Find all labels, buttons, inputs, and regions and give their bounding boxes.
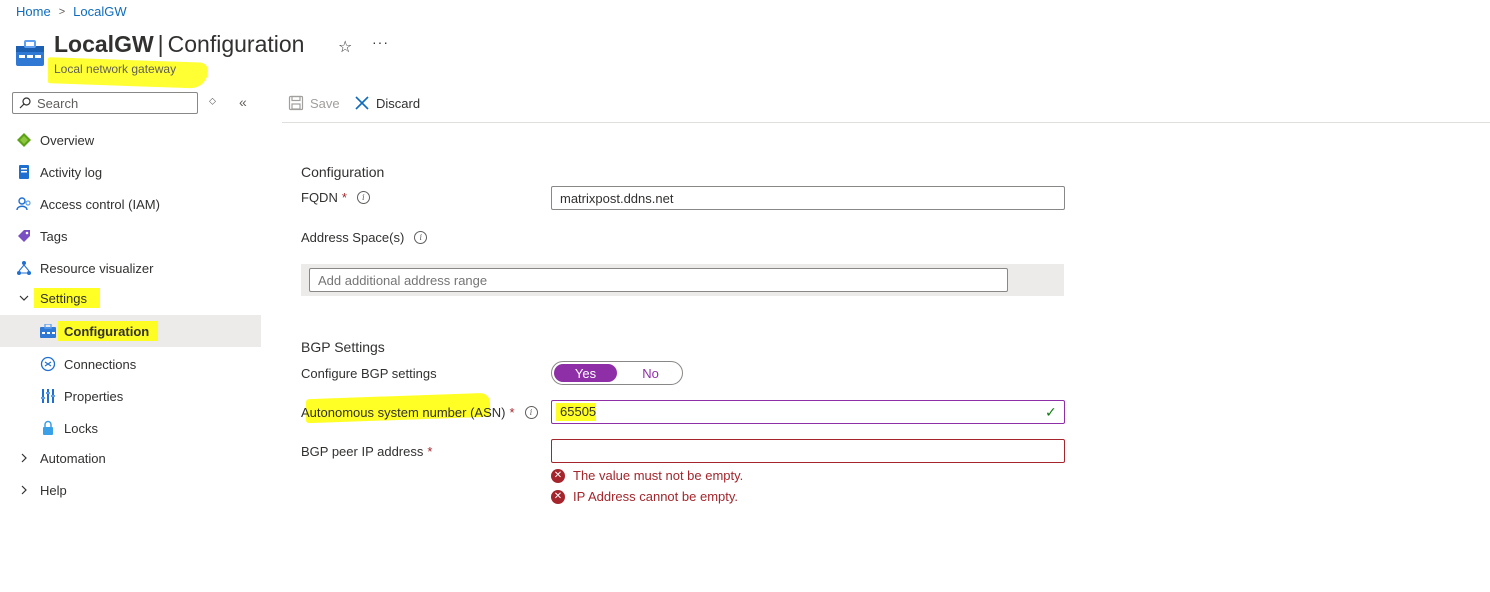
discard-button[interactable]: Discard bbox=[354, 95, 420, 111]
sidebar-item-resource-visualizer[interactable]: Resource visualizer bbox=[0, 252, 261, 284]
lock-icon bbox=[40, 420, 56, 436]
sidebar-item-overview[interactable]: Overview bbox=[0, 124, 261, 156]
error-text: IP Address cannot be empty. bbox=[573, 489, 739, 504]
save-icon bbox=[288, 95, 304, 111]
breadcrumb-home-link[interactable]: Home bbox=[16, 4, 51, 19]
sidebar-group-automation[interactable]: Automation bbox=[0, 442, 261, 474]
chevron-right-icon bbox=[16, 482, 32, 498]
bgp-peer-label: BGP peer IP address * bbox=[301, 444, 432, 459]
resource-name: LocalGW bbox=[54, 31, 154, 57]
fqdn-label: FQDN * i bbox=[301, 190, 370, 205]
sidebar-item-label: Resource visualizer bbox=[40, 260, 154, 276]
favorite-star-icon[interactable]: ☆ bbox=[338, 37, 352, 57]
highlight-marker bbox=[556, 403, 596, 421]
title-divider: | bbox=[157, 31, 164, 57]
sidebar-item-label: Configuration bbox=[64, 323, 150, 339]
collapse-sidebar-icon[interactable]: « bbox=[239, 94, 247, 110]
info-icon[interactable]: i bbox=[414, 231, 428, 244]
close-icon bbox=[355, 96, 369, 110]
discard-label: Discard bbox=[376, 95, 421, 111]
toggle-no-option[interactable]: No bbox=[619, 362, 682, 384]
section-heading-configuration: Configuration bbox=[301, 164, 385, 180]
sidebar-item-label: Locks bbox=[64, 420, 98, 436]
sidebar-group-help[interactable]: Help bbox=[0, 474, 261, 506]
required-asterisk: * bbox=[341, 190, 347, 205]
bgp-peer-ip-input[interactable] bbox=[551, 439, 1065, 463]
sidebar-item-properties[interactable]: Properties bbox=[0, 380, 261, 412]
breadcrumb-separator: > bbox=[58, 5, 66, 18]
bgp-peer-label-text: BGP peer IP address bbox=[301, 444, 424, 459]
iam-icon bbox=[16, 196, 32, 212]
sidebar-item-label: Tags bbox=[40, 228, 68, 244]
sidebar-item-label: Activity log bbox=[40, 164, 103, 180]
error-text: The value must not be empty. bbox=[573, 468, 744, 483]
sidebar-item-locks[interactable]: Locks bbox=[0, 412, 261, 444]
more-options-icon[interactable]: ··· bbox=[372, 34, 389, 50]
properties-icon bbox=[40, 388, 56, 404]
info-icon[interactable]: i bbox=[524, 406, 538, 419]
sidebar-item-label: Access control (IAM) bbox=[40, 196, 160, 212]
address-range-input[interactable] bbox=[309, 268, 1008, 292]
fqdn-input[interactable] bbox=[551, 186, 1065, 210]
page-name: Configuration bbox=[167, 31, 305, 57]
breadcrumb: Home > LocalGW bbox=[16, 4, 127, 19]
required-asterisk: * bbox=[509, 405, 515, 420]
sidebar-item-access-control[interactable]: Access control (IAM) bbox=[0, 188, 261, 220]
section-heading-bgp: BGP Settings bbox=[301, 339, 385, 355]
error-icon: ✕ bbox=[551, 489, 565, 504]
validation-error: ✕ The value must not be empty. bbox=[551, 468, 743, 483]
sidebar-item-tags[interactable]: Tags bbox=[0, 220, 261, 252]
sidebar-item-label: Properties bbox=[64, 388, 124, 404]
chevron-right-icon bbox=[16, 450, 32, 466]
required-asterisk: * bbox=[427, 444, 433, 459]
configuration-icon bbox=[40, 323, 56, 339]
asn-label-text: Autonomous system number (ASN) bbox=[301, 405, 506, 420]
validation-error: ✕ IP Address cannot be empty. bbox=[551, 489, 738, 504]
address-space-label-text: Address Space(s) bbox=[301, 230, 405, 245]
asn-input[interactable] bbox=[551, 400, 1065, 424]
sidebar-group-settings[interactable]: Settings bbox=[0, 282, 261, 314]
toggle-yes-option[interactable]: Yes bbox=[554, 364, 617, 382]
search-options-icon[interactable]: ⬦ bbox=[209, 96, 216, 107]
chevron-down-icon bbox=[16, 290, 32, 306]
overview-icon bbox=[16, 132, 32, 148]
sidebar-item-label: Settings bbox=[40, 290, 87, 306]
valid-check-icon: ✓ bbox=[1045, 404, 1057, 420]
sidebar-item-configuration[interactable]: Configuration bbox=[0, 315, 261, 347]
sidebar-item-label: Overview bbox=[40, 132, 95, 148]
sidebar-item-label: Connections bbox=[64, 356, 137, 372]
address-space-label: Address Space(s) i bbox=[301, 230, 428, 245]
local-network-gateway-icon bbox=[16, 40, 44, 66]
configure-bgp-toggle[interactable]: Yes No bbox=[551, 361, 683, 385]
error-icon: ✕ bbox=[551, 468, 565, 483]
configure-bgp-label: Configure BGP settings bbox=[301, 366, 437, 381]
sidebar-item-activity-log[interactable]: Activity log bbox=[0, 156, 261, 188]
search-box[interactable] bbox=[12, 92, 198, 114]
sidebar-item-label: Help bbox=[40, 482, 67, 498]
sidebar-item-connections[interactable]: Connections bbox=[0, 348, 261, 380]
command-bar: Save Discard bbox=[282, 92, 1490, 123]
activity-log-icon bbox=[16, 164, 32, 180]
asn-label: Autonomous system number (ASN) * i bbox=[301, 405, 538, 420]
save-label: Save bbox=[310, 95, 340, 111]
connections-icon bbox=[40, 356, 56, 372]
breadcrumb-current-link[interactable]: LocalGW bbox=[73, 4, 126, 19]
save-button[interactable]: Save bbox=[288, 95, 340, 111]
fqdn-label-text: FQDN bbox=[301, 190, 338, 205]
sidebar-item-label: Automation bbox=[40, 450, 106, 466]
info-icon[interactable]: i bbox=[356, 191, 370, 204]
search-input[interactable] bbox=[37, 95, 187, 111]
page-title: LocalGW | Configuration bbox=[54, 31, 304, 58]
resource-visualizer-icon bbox=[16, 260, 32, 276]
search-icon bbox=[19, 97, 31, 109]
resource-type-subtitle: Local network gateway bbox=[54, 62, 177, 76]
tag-icon bbox=[16, 228, 32, 244]
